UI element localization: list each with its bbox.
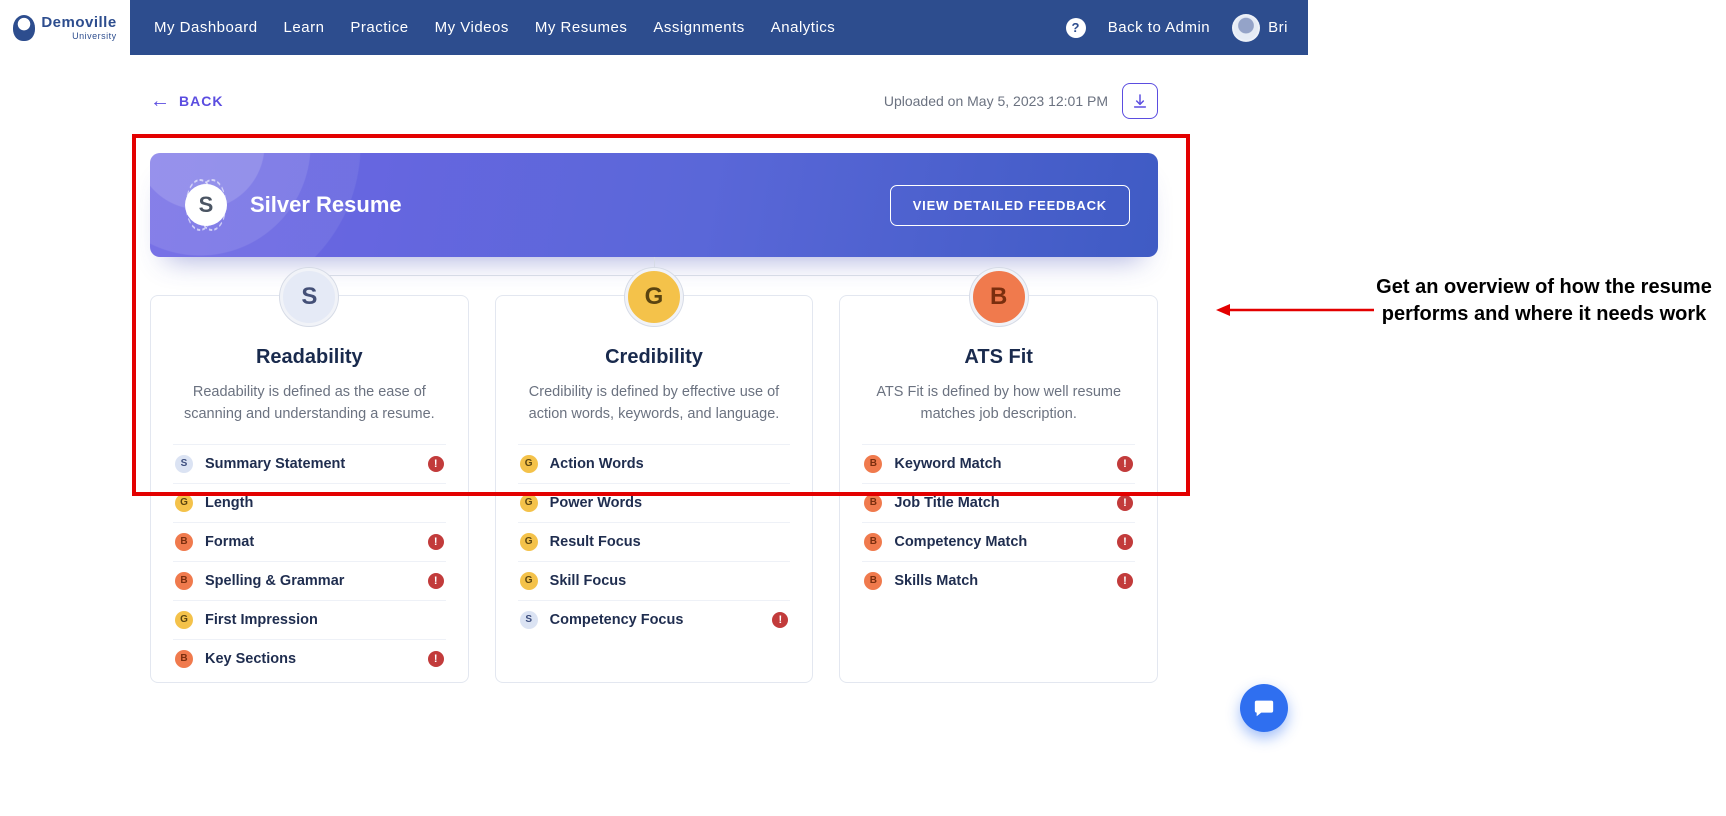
- check-item[interactable]: B Format: [173, 522, 446, 561]
- check-item[interactable]: B Job Title Match: [862, 483, 1135, 522]
- check-item[interactable]: B Competency Match: [862, 522, 1135, 561]
- nav-item[interactable]: Practice: [350, 19, 408, 36]
- check-label: Keyword Match: [894, 456, 1001, 472]
- top-nav: Demoville University My Dashboard Learn …: [0, 0, 1308, 55]
- check-item[interactable]: G Length: [173, 483, 446, 522]
- brand-logo[interactable]: Demoville University: [0, 0, 130, 55]
- check-item[interactable]: B Keyword Match: [862, 444, 1135, 483]
- card-description: Credibility is defined by effective use …: [518, 381, 791, 426]
- score-hero: S Silver Resume VIEW DETAILED FEEDBACK: [150, 153, 1158, 257]
- check-item[interactable]: B Skills Match: [862, 561, 1135, 600]
- check-label: Action Words: [550, 456, 644, 472]
- card-grade-badge: B: [970, 268, 1028, 326]
- check-grade-badge: B: [864, 455, 882, 473]
- nav-item[interactable]: Assignments: [653, 19, 744, 36]
- back-to-admin-link[interactable]: Back to Admin: [1108, 19, 1210, 36]
- check-item[interactable]: S Summary Statement: [173, 444, 446, 483]
- check-grade-badge: G: [175, 494, 193, 512]
- nav-item[interactable]: My Dashboard: [154, 19, 258, 36]
- warning-icon: [428, 534, 444, 550]
- check-label: Skills Match: [894, 573, 978, 589]
- check-grade-badge: G: [520, 533, 538, 551]
- laurel-icon: S: [178, 177, 234, 233]
- card-title: ATS Fit: [862, 346, 1135, 369]
- check-grade-badge: B: [864, 533, 882, 551]
- score-card: G Credibility Credibility is defined by ef…: [495, 295, 814, 683]
- download-icon: [1132, 93, 1148, 109]
- brand-subtitle: University: [41, 31, 116, 41]
- warning-icon: [1117, 495, 1133, 511]
- check-item[interactable]: B Key Sections: [173, 639, 446, 678]
- check-label: Length: [205, 495, 253, 511]
- check-label: Competency Match: [894, 534, 1027, 550]
- warning-icon: [428, 651, 444, 667]
- check-label: Job Title Match: [894, 495, 999, 511]
- brand-mark-icon: [13, 15, 35, 41]
- check-grade-badge: B: [864, 494, 882, 512]
- warning-icon: [1117, 534, 1133, 550]
- check-grade-badge: G: [520, 455, 538, 473]
- download-button[interactable]: [1122, 83, 1158, 119]
- check-label: Skill Focus: [550, 573, 627, 589]
- check-item[interactable]: G Result Focus: [518, 522, 791, 561]
- primary-nav: My Dashboard Learn Practice My Videos My…: [154, 19, 835, 36]
- nav-item[interactable]: Learn: [284, 19, 325, 36]
- card-title: Readability: [173, 346, 446, 369]
- check-label: First Impression: [205, 612, 318, 628]
- check-label: Result Focus: [550, 534, 641, 550]
- score-card: S Readability Readability is defined as th…: [150, 295, 469, 683]
- chat-icon: [1253, 697, 1275, 719]
- check-label: Competency Focus: [550, 612, 684, 628]
- uploaded-timestamp: Uploaded on May 5, 2023 12:01 PM: [884, 93, 1108, 109]
- check-grade-badge: B: [175, 572, 193, 590]
- warning-icon: [1117, 573, 1133, 589]
- brand-name: Demoville: [41, 14, 116, 31]
- check-label: Power Words: [550, 495, 642, 511]
- check-grade-badge: B: [864, 572, 882, 590]
- score-card: B ATS Fit ATS Fit is defined by how well r…: [839, 295, 1158, 683]
- arrow-left-icon: ←: [150, 91, 171, 111]
- check-grade-badge: B: [175, 650, 193, 668]
- check-grade-badge: S: [175, 455, 193, 473]
- check-item[interactable]: G First Impression: [173, 600, 446, 639]
- card-description: Readability is defined as the ease of sc…: [173, 381, 446, 426]
- check-label: Key Sections: [205, 651, 296, 667]
- check-item[interactable]: B Spelling & Grammar: [173, 561, 446, 600]
- card-grade-badge: G: [625, 268, 683, 326]
- card-grade-badge: S: [280, 268, 338, 326]
- avatar-icon: [1232, 14, 1260, 42]
- warning-icon: [428, 456, 444, 472]
- check-label: Spelling & Grammar: [205, 573, 344, 589]
- check-grade-badge: S: [520, 611, 538, 629]
- user-name: Bri: [1268, 19, 1288, 36]
- check-grade-badge: G: [175, 611, 193, 629]
- back-label: BACK: [179, 93, 223, 109]
- nav-item[interactable]: My Resumes: [535, 19, 628, 36]
- card-description: ATS Fit is defined by how well resume ma…: [862, 381, 1135, 426]
- check-grade-badge: G: [520, 572, 538, 590]
- help-button[interactable]: ?: [1066, 18, 1086, 38]
- check-grade-badge: G: [520, 494, 538, 512]
- warning-icon: [1117, 456, 1133, 472]
- check-label: Format: [205, 534, 254, 550]
- check-item[interactable]: G Power Words: [518, 483, 791, 522]
- check-label: Summary Statement: [205, 456, 345, 472]
- check-grade-badge: B: [175, 533, 193, 551]
- score-cards: S Readability Readability is defined as th…: [150, 295, 1158, 683]
- card-title: Credibility: [518, 346, 791, 369]
- annotation-text: Get an overview of how the resume perfor…: [1376, 274, 1712, 328]
- overall-grade-title: Silver Resume: [250, 192, 402, 218]
- check-item[interactable]: S Competency Focus: [518, 600, 791, 639]
- back-link[interactable]: ← BACK: [150, 91, 223, 111]
- warning-icon: [772, 612, 788, 628]
- chat-fab[interactable]: [1240, 684, 1288, 732]
- view-detailed-feedback-button[interactable]: VIEW DETAILED FEEDBACK: [890, 185, 1130, 226]
- user-menu[interactable]: Bri: [1232, 14, 1288, 42]
- warning-icon: [428, 573, 444, 589]
- nav-item[interactable]: Analytics: [771, 19, 836, 36]
- nav-item[interactable]: My Videos: [435, 19, 509, 36]
- check-item[interactable]: G Skill Focus: [518, 561, 791, 600]
- check-item[interactable]: G Action Words: [518, 444, 791, 483]
- overall-grade-badge: S: [185, 184, 227, 226]
